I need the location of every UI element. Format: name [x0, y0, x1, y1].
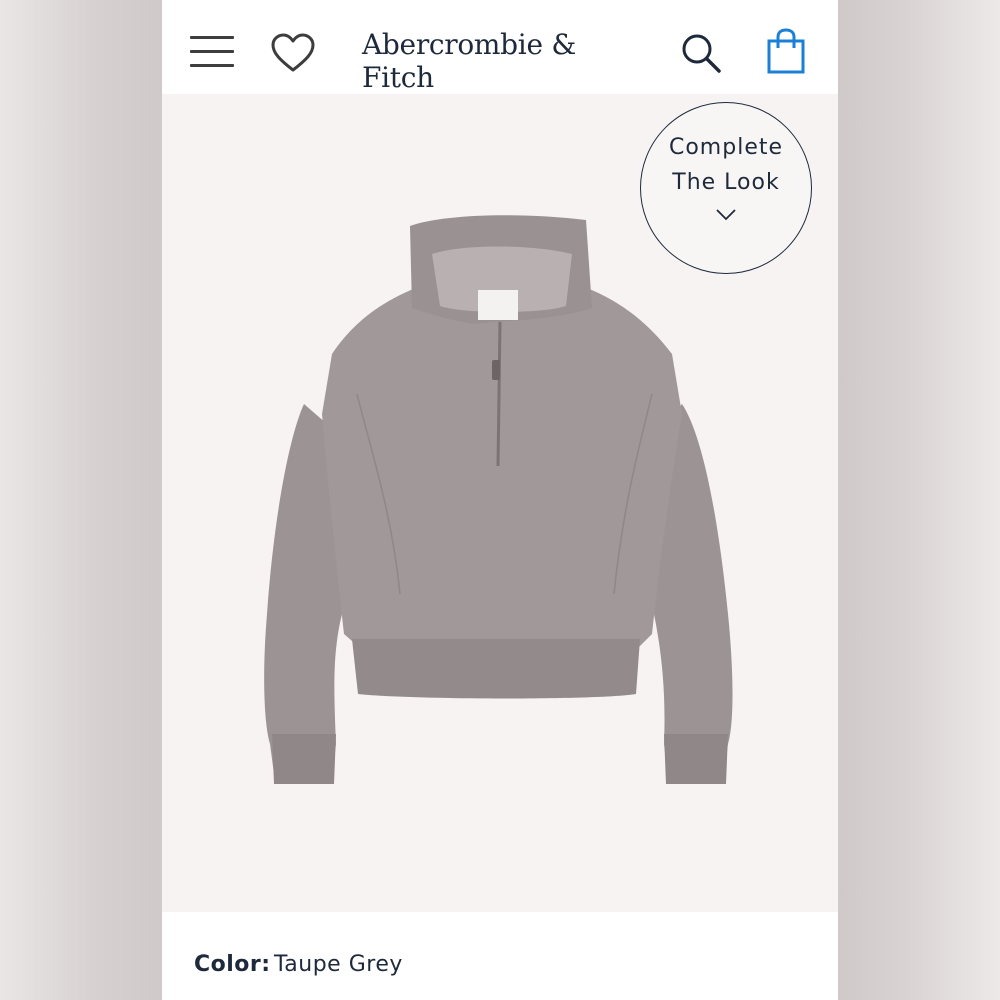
product-image[interactable]: Complete The Look — [162, 94, 838, 912]
left-backdrop — [0, 0, 162, 1000]
color-label: Color: — [194, 952, 271, 977]
product-page: Abercrombie & Fitch Complete The Look Co… — [162, 0, 838, 1000]
shopping-bag-icon[interactable] — [766, 28, 806, 74]
search-icon[interactable] — [680, 32, 722, 74]
top-navigation-bar: Abercrombie & Fitch — [162, 0, 838, 94]
right-backdrop — [838, 0, 1000, 1000]
color-selector: Color: Taupe Grey — [162, 912, 838, 1000]
heart-icon[interactable] — [270, 32, 316, 74]
complete-the-look-button[interactable]: Complete The Look — [640, 102, 812, 274]
menu-icon[interactable] — [190, 36, 234, 68]
complete-the-look-line1: Complete — [668, 135, 784, 160]
complete-the-look-line2: The Look — [672, 170, 780, 195]
chevron-down-icon — [716, 209, 736, 221]
brand-logo[interactable]: Abercrombie & Fitch — [362, 28, 642, 94]
color-value: Taupe Grey — [274, 952, 403, 977]
